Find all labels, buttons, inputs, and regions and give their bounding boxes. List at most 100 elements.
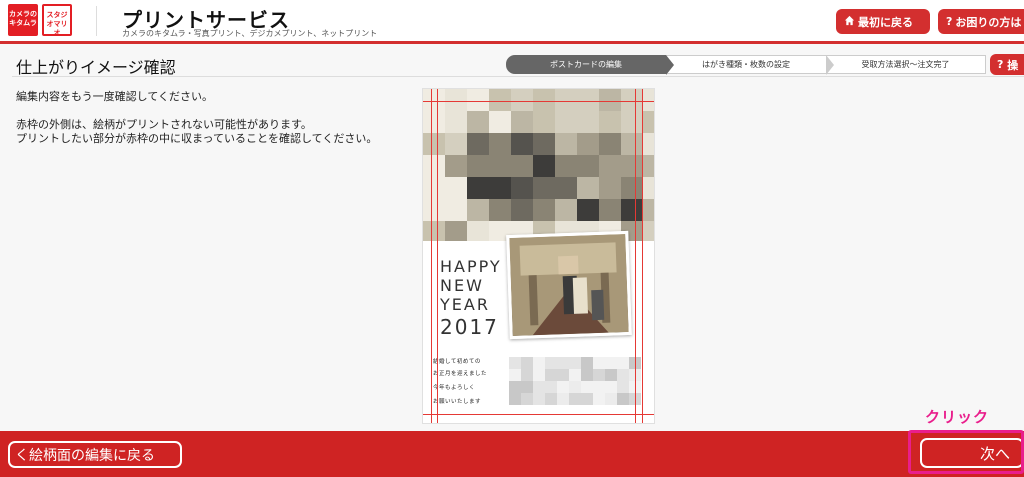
mosaic-tile — [423, 89, 445, 111]
mosaic-tile — [555, 111, 577, 133]
step-edit-postcard: ポストカードの編集 — [506, 55, 674, 75]
mosaic-tile — [599, 89, 621, 111]
step-arrow-icon — [666, 55, 674, 75]
mosaic-tile — [555, 177, 577, 199]
mosaic-tile — [423, 111, 445, 133]
greeting-line: HAPPY — [440, 257, 502, 276]
home-icon — [844, 15, 855, 29]
mosaic-tile — [423, 221, 445, 241]
mosaic-tile — [445, 89, 467, 111]
mosaic-tile — [509, 369, 521, 381]
mosaic-tile — [445, 111, 467, 133]
mosaic-tile — [445, 155, 467, 177]
mosaic-tile — [643, 199, 654, 221]
couple-photo-image — [509, 234, 629, 336]
mosaic-tile — [569, 381, 581, 393]
mosaic-tile — [511, 111, 533, 133]
mosaic-tile — [569, 357, 581, 369]
safe-area-line — [423, 414, 654, 415]
mosaic-tile — [489, 133, 511, 155]
mosaic-tile — [621, 199, 643, 221]
mosaic-tile — [489, 89, 511, 111]
safe-area-line — [423, 101, 654, 102]
mosaic-tile — [489, 111, 511, 133]
mosaic-tile — [511, 199, 533, 221]
mosaic-tile — [555, 199, 577, 221]
mosaic-tile — [423, 177, 445, 199]
mosaic-tile — [605, 369, 617, 381]
mosaic-tile — [555, 89, 577, 111]
mosaic-tile — [545, 369, 557, 381]
mosaic-tile — [511, 133, 533, 155]
mosaic-tile — [445, 133, 467, 155]
safe-area-line — [642, 89, 643, 423]
help-button[interactable]: ? お困りの方は — [938, 9, 1024, 34]
mosaic-tile — [581, 393, 593, 405]
mosaic-tile — [577, 155, 599, 177]
logo-divider — [96, 6, 97, 36]
mosaic-tile — [467, 133, 489, 155]
message-line: お正月を迎えました — [433, 371, 488, 377]
mosaic-tile — [533, 155, 555, 177]
operation-help-label: 操 — [1007, 58, 1019, 72]
mosaic-tile — [533, 199, 555, 221]
home-button[interactable]: 最初に戻る — [836, 9, 930, 34]
title-divider — [12, 76, 1024, 77]
app-subtitle: カメラのキタムラ・写真プリント、デジカメプリント、ネットプリント — [122, 29, 378, 38]
mosaic-tile — [445, 177, 467, 199]
mosaic-tile — [617, 393, 629, 405]
safe-area-line — [437, 89, 438, 423]
safe-area-line — [431, 89, 432, 423]
mosaic-tile — [577, 133, 599, 155]
next-button-highlight — [908, 430, 1024, 474]
mosaic-tile — [557, 393, 569, 405]
mosaic-tile — [521, 369, 533, 381]
mosaic-tile — [467, 89, 489, 111]
mosaic-tile — [599, 111, 621, 133]
kitamura-logo[interactable]: カメラのキタムラ — [8, 4, 38, 36]
mosaic-tile — [445, 199, 467, 221]
mosaic-tile — [599, 133, 621, 155]
app-header: カメラのキタムラ スタジオマリオ プリントサービス カメラのキタムラ・写真プリン… — [0, 0, 1024, 44]
mosaic-tile — [467, 221, 489, 241]
mosaic-tile — [521, 357, 533, 369]
message-line: 結婚して初めての — [433, 359, 481, 365]
operation-help-button[interactable]: ? 操 — [990, 54, 1024, 75]
mosaic-tile — [511, 177, 533, 199]
mosaic-tile — [599, 177, 621, 199]
mosaic-tile — [605, 381, 617, 393]
back-to-edit-button[interactable]: く絵柄面の編集に戻る — [8, 441, 182, 468]
mosaic-tile — [545, 393, 557, 405]
mosaic-tile — [511, 155, 533, 177]
greeting-line: YEAR — [440, 295, 490, 314]
mosaic-tile — [423, 133, 445, 155]
mosaic-tile — [593, 381, 605, 393]
mosaic-tile — [533, 89, 555, 111]
mosaic-tile — [467, 199, 489, 221]
mosaic-tile — [533, 393, 545, 405]
mosaic-tile — [545, 381, 557, 393]
step-arrow-icon — [826, 55, 834, 75]
message-line: お願いいたします — [433, 399, 482, 405]
mosaic-tile — [489, 155, 511, 177]
step-card-settings: はがき種類・枚数の設定 — [666, 55, 834, 75]
mosaic-tile — [533, 369, 545, 381]
message-line: 今年もよろしく — [433, 385, 476, 391]
instruction-text: プリントしたい部分が赤枠の中に収まっていることを確認してください。 — [16, 132, 378, 145]
studio-mario-logo[interactable]: スタジオマリオ — [42, 4, 72, 37]
mosaic-tile — [423, 155, 445, 177]
mosaic-tile — [643, 89, 654, 111]
step-label: ポストカードの編集 — [550, 60, 622, 69]
home-button-label: 最初に戻る — [858, 15, 913, 29]
mosaic-tile — [593, 369, 605, 381]
mosaic-tile — [445, 221, 467, 241]
mosaic-tile — [621, 155, 643, 177]
mosaic-tile — [577, 111, 599, 133]
greeting-line: NEW — [440, 276, 484, 295]
mosaic-tile — [521, 393, 533, 405]
mosaic-tile — [509, 357, 521, 369]
mosaic-tile — [593, 357, 605, 369]
page-title: 仕上がりイメージ確認 — [16, 58, 176, 77]
mosaic-tile — [617, 357, 629, 369]
mosaic-tile — [621, 133, 643, 155]
